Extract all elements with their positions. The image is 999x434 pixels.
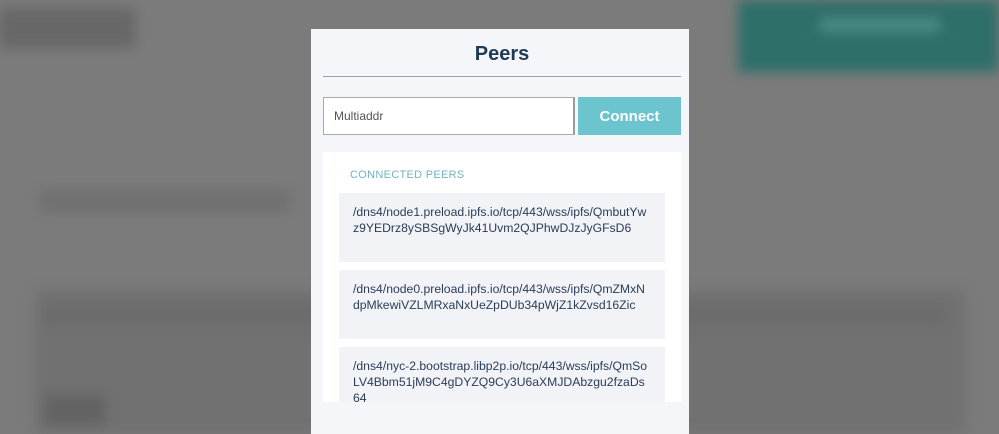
connect-button[interactable]: Connect (578, 97, 681, 135)
peers-modal: Peers Connect Connected Peers /dns4/node… (311, 29, 689, 434)
background-header-button-blur (738, 0, 999, 72)
peer-list-item: /dns4/nyc-2.bootstrap.libp2p.io/tcp/443/… (339, 347, 665, 402)
background-panel-icon-blur (45, 395, 105, 425)
background-title-blur (0, 8, 135, 48)
peer-list-item: /dns4/node0.preload.ipfs.io/tcp/443/wss/… (339, 270, 665, 339)
multiaddr-input[interactable] (323, 97, 575, 135)
connect-form: Connect (323, 97, 681, 135)
background-header-label-blur (820, 18, 940, 32)
peer-list-item: /dns4/node1.preload.ipfs.io/tcp/443/wss/… (339, 193, 665, 262)
connected-peers-panel: Connected Peers /dns4/node1.preload.ipfs… (323, 152, 681, 402)
background-text-blur (40, 190, 290, 212)
modal-title: Peers (323, 29, 681, 77)
connected-peers-heading: Connected Peers (350, 169, 465, 181)
